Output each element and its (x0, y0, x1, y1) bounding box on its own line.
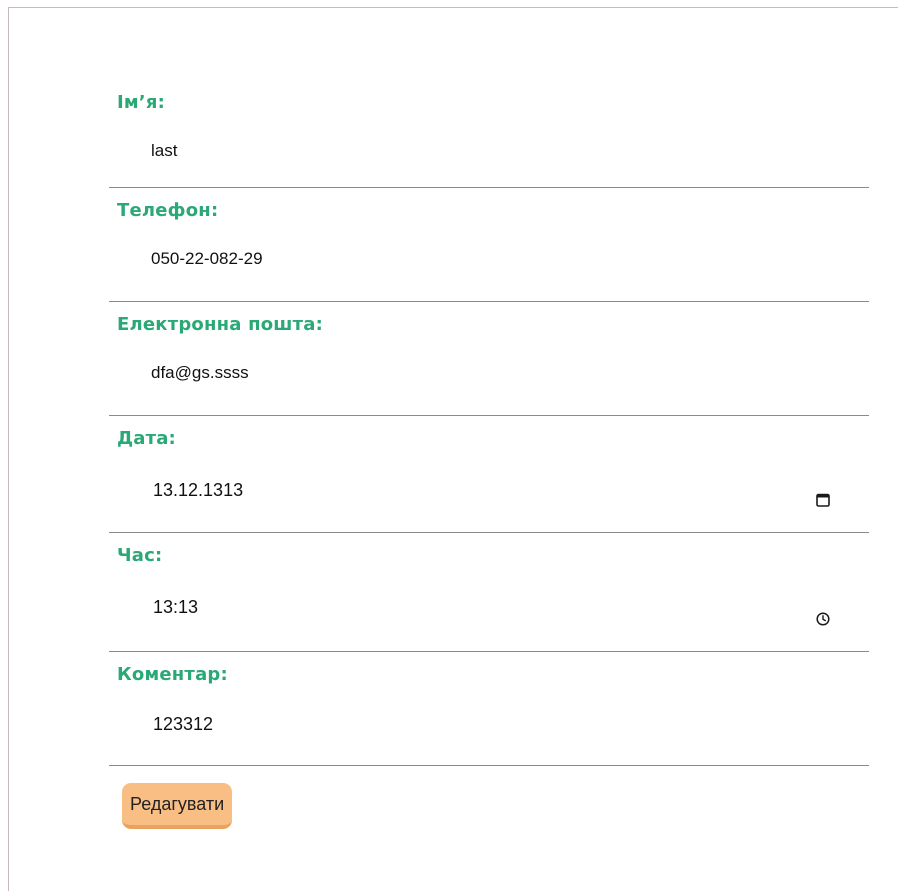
edit-button[interactable]: Редагувати (122, 783, 233, 829)
actions-row: Редагувати (109, 766, 869, 846)
name-label: Ім’я: (117, 92, 166, 113)
time-field[interactable]: Час: 13:13 (109, 533, 869, 652)
calendar-icon[interactable] (815, 492, 831, 508)
phone-label: Телефон: (117, 200, 219, 221)
email-field: Електронна пошта: dfa@gs.ssss (109, 302, 869, 416)
comment-label: Коментар: (117, 664, 228, 685)
time-label: Час: (117, 545, 163, 566)
comment-field: Коментар: 123312 (109, 652, 869, 766)
email-label: Електронна пошта: (117, 314, 323, 335)
phone-value: 050-22-082-29 (151, 249, 263, 268)
page-frame: Ім’я: last Телефон: 050-22-082-29 Електр… (8, 7, 898, 891)
time-value[interactable]: 13:13 (109, 567, 869, 617)
date-field[interactable]: Дата: 13.12.1313 (109, 416, 869, 533)
clock-icon[interactable] (815, 611, 831, 627)
comment-value: 123312 (153, 714, 214, 734)
date-label: Дата: (117, 428, 176, 449)
name-field: Ім’я: last (109, 80, 869, 188)
phone-field: Телефон: 050-22-082-29 (109, 188, 869, 302)
date-value[interactable]: 13.12.1313 (109, 450, 869, 500)
email-value: dfa@gs.ssss (151, 363, 249, 382)
booking-details-form: Ім’я: last Телефон: 050-22-082-29 Електр… (109, 80, 869, 846)
name-value: last (151, 141, 178, 160)
